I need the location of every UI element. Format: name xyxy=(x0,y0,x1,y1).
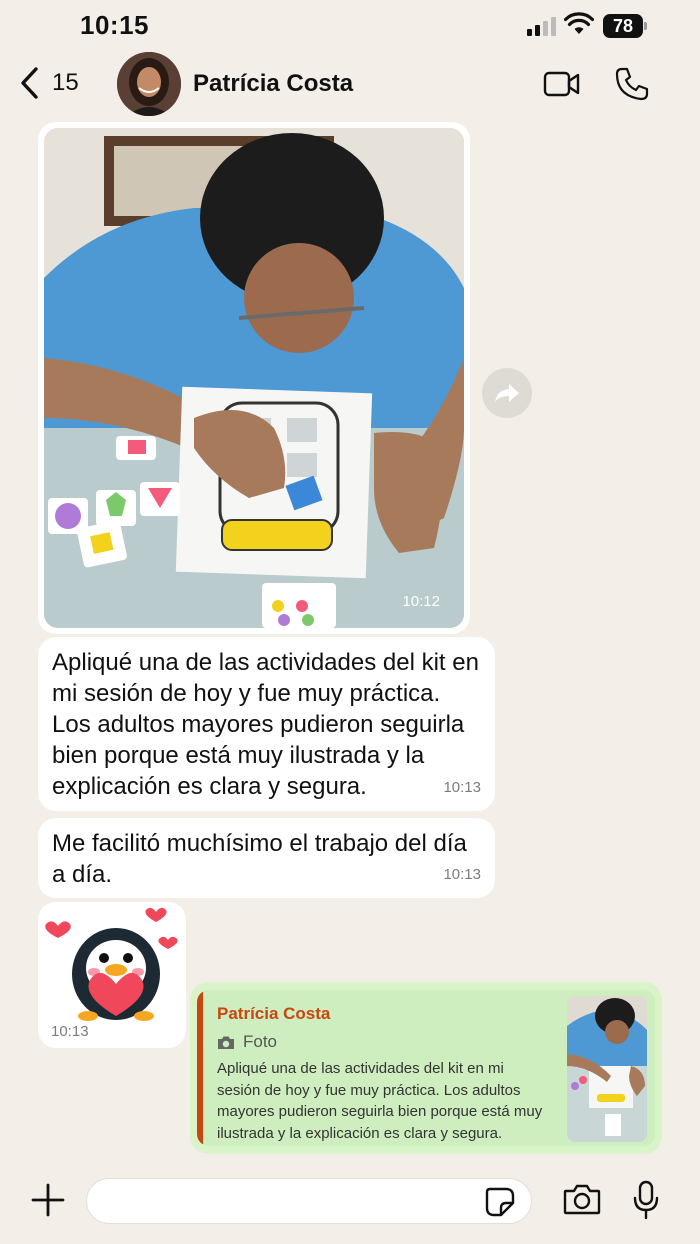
unread-count: 15 xyxy=(52,69,79,96)
battery-indicator: 78 xyxy=(603,14,647,38)
outgoing-reply-message[interactable]: Patrícia Costa Foto Apliqué una de las a… xyxy=(190,982,662,1154)
text-message[interactable]: Apliqué una de las actividades del kit e… xyxy=(38,637,495,811)
text-message[interactable]: Me facilitó muchísimo el trabajo del día… xyxy=(38,818,495,898)
quoted-text: Apliqué una de las actividades del kit e… xyxy=(217,1060,543,1142)
plus-icon[interactable] xyxy=(30,1182,66,1218)
message-input[interactable] xyxy=(86,1178,532,1224)
quoted-message[interactable]: Patrícia Costa Foto Apliqué una de las a… xyxy=(197,990,655,1146)
avatar[interactable] xyxy=(117,52,181,116)
camera-icon xyxy=(218,1036,234,1049)
chevron-left-icon xyxy=(21,67,38,99)
quoted-sender-name: Patrícia Costa xyxy=(217,1004,331,1023)
contact-name[interactable]: Patrícia Costa xyxy=(193,70,353,98)
wifi-icon xyxy=(564,12,594,34)
message-timestamp: 10:13 xyxy=(443,779,481,796)
status-time: 10:15 xyxy=(80,10,149,40)
quoted-type-label: Foto xyxy=(243,1032,278,1051)
forward-icon xyxy=(495,384,519,402)
penguin-heart-sticker xyxy=(45,907,178,1021)
phone-icon[interactable] xyxy=(614,66,650,102)
back-button[interactable]: 15 xyxy=(18,66,79,100)
input-bar xyxy=(0,1162,700,1244)
signal-icon xyxy=(527,16,557,36)
photo-image xyxy=(44,128,464,628)
sticker-message[interactable]: 10:13 xyxy=(38,902,186,1048)
quoted-photo-thumbnail xyxy=(567,996,647,1142)
sticker-icon[interactable] xyxy=(484,1186,516,1218)
message-timestamp: 10:13 xyxy=(51,1023,89,1040)
status-bar: 10:15 78 xyxy=(0,0,700,52)
video-call-icon[interactable] xyxy=(543,70,581,98)
forward-button[interactable] xyxy=(482,368,532,418)
camera-icon[interactable] xyxy=(563,1182,601,1216)
message-text: Me facilitó muchísimo el trabajo del día… xyxy=(52,830,467,888)
photo-message[interactable]: 10:12 xyxy=(38,122,470,634)
photo-timestamp: 10:12 xyxy=(402,593,440,610)
chat-header: 15 Patrícia Costa xyxy=(0,52,700,116)
message-timestamp: 10:13 xyxy=(443,866,481,883)
quote-accent-bar xyxy=(197,990,203,1146)
microphone-icon[interactable] xyxy=(632,1180,660,1220)
shared-photo[interactable]: 10:12 xyxy=(44,128,464,628)
message-text: Apliqué una de las actividades del kit e… xyxy=(52,649,479,800)
quoted-media-type: Foto xyxy=(217,1032,277,1052)
